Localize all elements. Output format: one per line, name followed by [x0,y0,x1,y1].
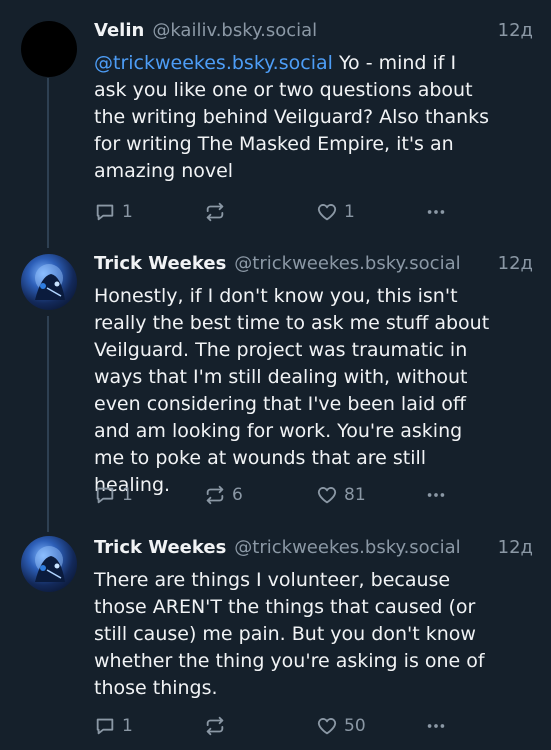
more-icon [427,724,445,728]
author-handle[interactable]: @trickweekes.bsky.social [234,253,489,274]
author-handle[interactable]: @kailiv.bsky.social [152,20,489,41]
more-button[interactable] [424,201,448,223]
avatar-image [35,264,65,300]
post[interactable]: Trick Weekes @trickweekes.bsky.social 12… [0,522,551,750]
mention-link[interactable]: @trickweekes.bsky.social [94,52,333,74]
more-icon [427,493,445,497]
post-header: Trick Weekes @trickweekes.bsky.social 12… [94,537,533,565]
reply-button[interactable]: 1 [94,715,133,737]
reply-icon [96,204,114,221]
avatar-image [35,546,65,582]
heart-icon [317,718,337,735]
post-time[interactable]: 12д [498,253,533,274]
reply-icon [96,487,114,504]
post-time[interactable]: 12д [498,20,533,41]
repost-icon [206,716,224,736]
like-button[interactable]: 1 [316,201,355,223]
more-icon [427,210,445,214]
heart-icon [317,487,337,504]
like-count: 50 [344,716,366,736]
like-button[interactable]: 81 [316,484,366,506]
repost-button[interactable]: 6 [204,484,243,506]
like-count: 81 [344,485,366,505]
author-handle[interactable]: @trickweekes.bsky.social [234,537,489,558]
repost-button[interactable] [204,715,232,737]
post-header: Velin @kailiv.bsky.social 12д [94,20,533,48]
repost-icon [206,202,224,222]
avatar[interactable] [21,254,77,310]
like-count: 1 [344,202,355,222]
author-name[interactable]: Trick Weekes [94,253,226,274]
reply-count: 1 [122,202,133,222]
post-actions: 1 50 [94,713,454,739]
post[interactable]: Velin @kailiv.bsky.social 12д @trickweek… [0,0,551,240]
reply-button[interactable]: 1 [94,484,133,506]
reply-button[interactable]: 1 [94,201,133,223]
author-name[interactable]: Velin [94,20,144,41]
like-button[interactable]: 50 [316,715,366,737]
post[interactable]: Trick Weekes @trickweekes.bsky.social 12… [0,240,551,522]
repost-count: 6 [232,485,243,505]
reply-icon [96,718,114,735]
author-name[interactable]: Trick Weekes [94,537,226,558]
heart-icon [317,204,337,221]
post-text: There are things I volunteer, because th… [94,569,485,699]
more-button[interactable] [424,484,448,506]
avatar[interactable] [21,536,77,592]
post-actions: 1 6 81 [94,482,454,508]
post-text: Honestly, if I don't know you, this isn'… [94,285,490,496]
avatar[interactable] [21,21,77,77]
repost-icon [206,485,224,505]
post-time[interactable]: 12д [498,537,533,558]
more-button[interactable] [424,715,448,737]
post-actions: 1 1 [94,199,454,225]
post-text: @trickweekes.bsky.social Yo - mind if I … [94,50,494,185]
repost-button[interactable] [204,201,232,223]
reply-count: 1 [122,716,133,736]
post-header: Trick Weekes @trickweekes.bsky.social 12… [94,253,533,281]
reply-count: 1 [122,485,133,505]
